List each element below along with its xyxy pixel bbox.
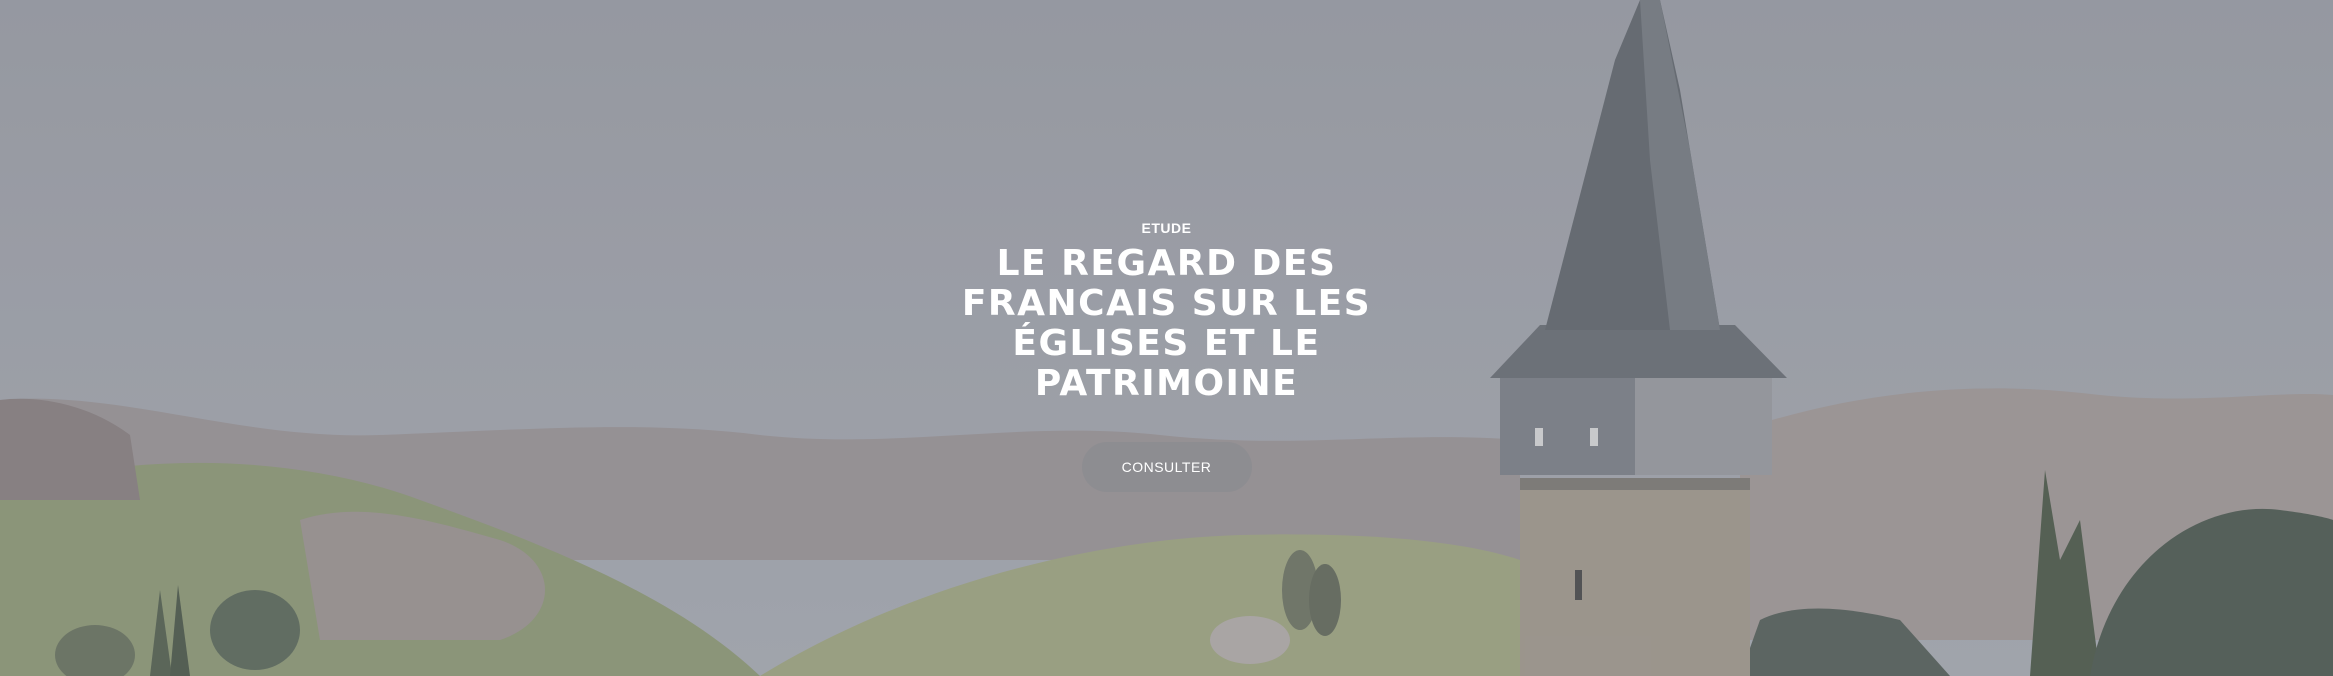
hero-banner: ETUDE LE REGARD DES FRANCAIS SUR LES ÉGL… [0, 0, 2333, 676]
consult-button[interactable]: CONSULTER [1081, 442, 1252, 492]
hero-content: ETUDE LE REGARD DES FRANCAIS SUR LES ÉGL… [0, 0, 2333, 676]
hero-title: LE REGARD DES FRANCAIS SUR LES ÉGLISES E… [961, 243, 1372, 404]
hero-kicker: ETUDE [1141, 220, 1192, 236]
